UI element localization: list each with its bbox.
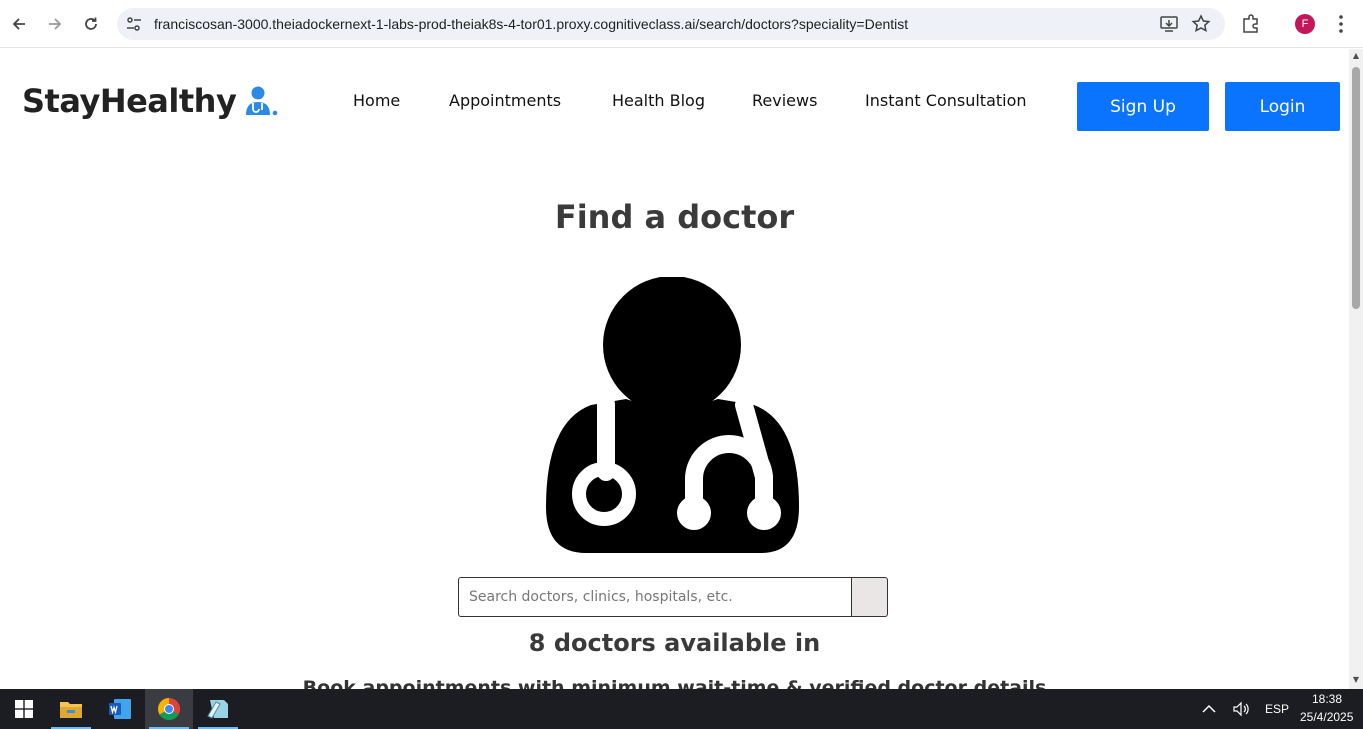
forward-arrow-icon (49, 18, 62, 30)
nav-health-blog[interactable]: Health Blog (612, 91, 705, 110)
windows-logo-icon (15, 700, 33, 718)
scroll-up-icon[interactable]: ▲ (1352, 52, 1360, 60)
extensions-icon[interactable] (1240, 13, 1262, 35)
browser-toolbar: franciscosan-3000.theiadockernext-1-labs… (0, 0, 1363, 48)
site-settings-icon[interactable] (125, 15, 143, 33)
reload-icon (85, 17, 97, 30)
clock-time[interactable]: 18:38 (1312, 692, 1342, 706)
doctor-logo-icon (246, 86, 278, 116)
install-app-icon[interactable] (1159, 14, 1179, 34)
forward-button[interactable] (42, 11, 68, 37)
doctors-available-count: 8 doctors available in (528, 629, 821, 657)
scroll-thumb[interactable] (1352, 67, 1360, 309)
page-viewport: StayHealthy Home Appointments Health Blo… (0, 49, 1349, 689)
sign-up-button[interactable]: Sign Up (1077, 82, 1209, 131)
input-language[interactable]: ESP (1265, 702, 1289, 716)
chrome-taskbar-item[interactable] (145, 689, 193, 729)
back-button[interactable] (6, 11, 32, 37)
taskbar: ESP 18:38 25/4/2025 (0, 689, 1363, 729)
scroll-down-icon[interactable]: ▼ (1352, 676, 1360, 684)
nav-home[interactable]: Home (353, 91, 400, 110)
back-arrow-icon (12, 18, 25, 30)
clock-date[interactable]: 25/4/2025 (1300, 710, 1353, 724)
profile-avatar[interactable]: F (1295, 14, 1315, 34)
nav-appointments[interactable]: Appointments (449, 91, 561, 110)
app-taskbar-item[interactable] (194, 689, 242, 729)
login-button[interactable]: Login (1225, 82, 1340, 131)
doctor-icon (546, 277, 799, 553)
page-title: Find a doctor (554, 198, 795, 236)
nav-instant-consultation[interactable]: Instant Consultation (865, 91, 1027, 110)
search-bar (458, 577, 888, 617)
nav-reviews[interactable]: Reviews (752, 91, 817, 110)
address-bar[interactable]: franciscosan-3000.theiadockernext-1-labs… (117, 8, 1225, 40)
word-taskbar-item[interactable] (96, 689, 144, 729)
volume-icon[interactable] (1232, 701, 1250, 717)
folder-icon (60, 702, 82, 718)
chrome-icon (158, 698, 180, 720)
search-input[interactable] (458, 577, 852, 617)
search-button[interactable] (851, 577, 888, 617)
start-button[interactable] (0, 689, 48, 729)
kebab-menu-icon[interactable] (1330, 13, 1352, 35)
url-text: franciscosan-3000.theiadockernext-1-labs… (154, 16, 909, 32)
file-explorer-taskbar-item[interactable] (47, 689, 95, 729)
show-hidden-icons-icon[interactable] (1202, 703, 1216, 715)
logo-text: StayHealthy (22, 82, 237, 120)
booking-subtext: Book appointments with minimum wait-time… (302, 677, 1047, 689)
reload-button[interactable] (78, 11, 104, 37)
app-icon (207, 700, 228, 719)
page-scrollbar[interactable]: ▲ ▼ (1349, 49, 1363, 689)
site-logo[interactable]: StayHealthy (22, 82, 278, 120)
bookmark-star-icon[interactable] (1191, 14, 1211, 34)
word-icon (109, 699, 131, 719)
